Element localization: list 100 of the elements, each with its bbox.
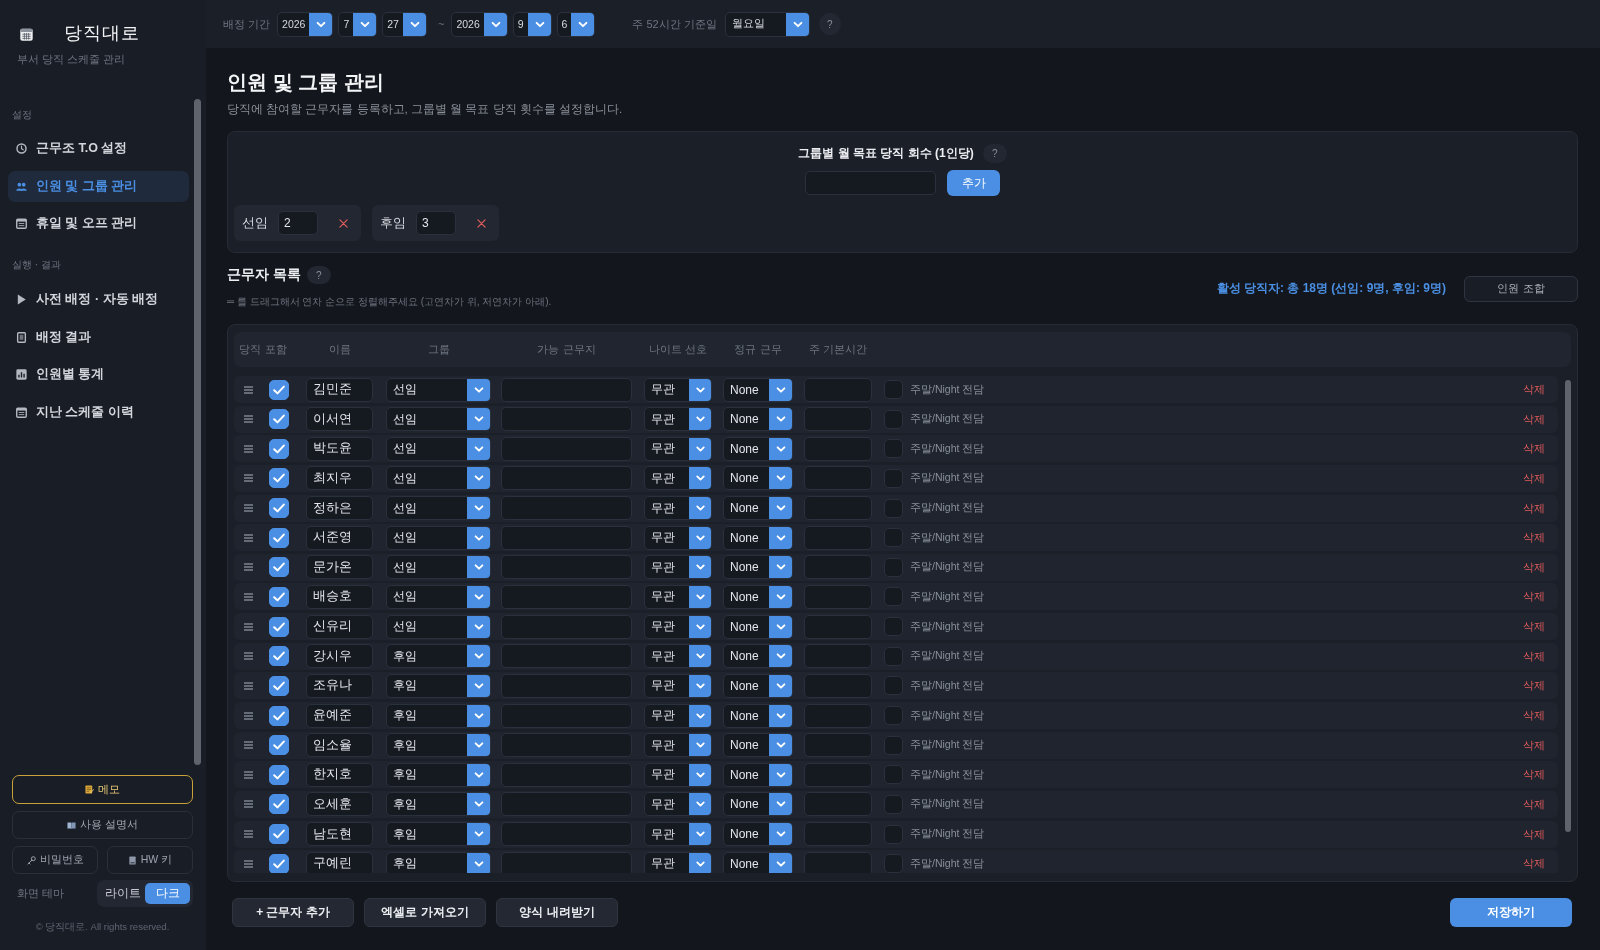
nav-item[interactable]: 휴일 및 오프 관리 — [8, 208, 189, 239]
name-field[interactable]: 서준영 — [306, 525, 373, 550]
weekend-night-checkbox[interactable] — [884, 409, 903, 429]
group-select[interactable]: 선임 — [386, 585, 491, 609]
weekly-hours-field[interactable] — [804, 377, 872, 402]
regular-work-select[interactable]: None — [723, 762, 793, 787]
add-worker-button[interactable]: + 근무자 추가 — [232, 898, 354, 927]
include-checkbox[interactable] — [269, 646, 289, 667]
manual-button[interactable]: 사용 설명서 — [12, 811, 193, 839]
weekend-night-checkbox[interactable] — [884, 528, 903, 548]
night-preference-select[interactable]: 무관 — [644, 733, 712, 758]
regular-work-select[interactable]: None — [723, 703, 793, 728]
delete-link[interactable]: 삭제 — [1523, 619, 1545, 635]
include-checkbox[interactable] — [269, 379, 289, 400]
name-field[interactable]: 정하은 — [306, 496, 373, 521]
delete-link[interactable]: 삭제 — [1523, 559, 1545, 575]
night-preference-select[interactable]: 무관 — [644, 466, 712, 491]
drag-handle-icon[interactable] — [244, 444, 253, 453]
night-preference-select[interactable]: 무관 — [644, 673, 712, 698]
name-field[interactable]: 문가온 — [306, 555, 373, 580]
night-preference-select[interactable]: 무관 — [644, 525, 712, 550]
combination-button[interactable]: 인원 조합 — [1464, 275, 1578, 302]
workplace-field[interactable] — [501, 407, 632, 432]
include-checkbox[interactable] — [269, 705, 289, 726]
night-preference-select[interactable]: 무관 — [644, 614, 712, 639]
workplace-field[interactable] — [501, 703, 632, 728]
name-field[interactable]: 박도윤 — [306, 436, 373, 461]
include-checkbox[interactable] — [269, 438, 289, 459]
drag-handle-icon[interactable] — [244, 830, 253, 839]
weekend-night-checkbox[interactable] — [884, 765, 903, 785]
include-checkbox[interactable] — [269, 735, 289, 756]
name-field[interactable]: 최지우 — [306, 466, 373, 491]
weekly-hours-field[interactable] — [804, 792, 872, 817]
group-select[interactable]: 후임 — [386, 822, 491, 847]
include-checkbox[interactable] — [269, 853, 289, 873]
night-preference-select[interactable]: 무관 — [644, 644, 712, 669]
weekly-hours-field[interactable] — [804, 555, 872, 580]
name-field[interactable]: 신유리 — [306, 614, 373, 639]
group-select[interactable]: 후임 — [386, 851, 491, 873]
weekly-hours-field[interactable] — [804, 407, 872, 432]
regular-work-select[interactable]: None — [723, 377, 793, 402]
delete-link[interactable]: 삭제 — [1523, 826, 1545, 842]
excel-import-button[interactable]: 엑셀로 가져오기 — [364, 898, 486, 927]
night-preference-select[interactable]: 무관 — [644, 377, 712, 402]
regular-work-select[interactable]: None — [723, 851, 793, 873]
regular-work-select[interactable]: None — [723, 525, 793, 550]
group-select[interactable]: 후임 — [386, 733, 491, 758]
name-field[interactable]: 남도현 — [306, 822, 373, 847]
memo-button[interactable]: 메모 — [12, 775, 193, 804]
night-preference-select[interactable]: 무관 — [644, 585, 712, 609]
workplace-field[interactable] — [501, 644, 632, 669]
month-select[interactable]: 9 — [512, 11, 552, 37]
include-checkbox[interactable] — [269, 587, 289, 607]
drag-handle-icon[interactable] — [244, 415, 253, 424]
delete-link[interactable]: 삭제 — [1523, 708, 1545, 724]
group-select[interactable]: 선임 — [386, 466, 491, 491]
weekend-night-checkbox[interactable] — [884, 617, 903, 637]
delete-link[interactable]: 삭제 — [1523, 500, 1545, 516]
name-field[interactable]: 이서연 — [306, 407, 373, 432]
night-preference-select[interactable]: 무관 — [644, 703, 712, 728]
weekend-night-checkbox[interactable] — [884, 824, 903, 844]
workplace-field[interactable] — [501, 466, 632, 491]
include-checkbox[interactable] — [269, 616, 289, 637]
group-select[interactable]: 선임 — [386, 436, 491, 461]
weekly-hours-field[interactable] — [804, 703, 872, 728]
workplace-field[interactable] — [501, 614, 632, 639]
help-button[interactable]: ? — [982, 143, 1007, 163]
regular-work-select[interactable]: None — [723, 496, 793, 521]
regular-work-select[interactable]: None — [723, 673, 793, 698]
group-select[interactable]: 후임 — [386, 762, 491, 787]
group-select[interactable]: 선임 — [386, 496, 491, 521]
nav-item[interactable]: 사전 배정 · 자동 배정 — [8, 284, 189, 315]
workplace-field[interactable] — [501, 555, 632, 580]
night-preference-select[interactable]: 무관 — [644, 792, 712, 817]
name-field[interactable]: 조유나 — [306, 673, 373, 698]
group-select[interactable]: 선임 — [386, 377, 491, 402]
include-checkbox[interactable] — [269, 794, 289, 815]
group-select[interactable]: 후임 — [386, 703, 491, 728]
night-preference-select[interactable]: 무관 — [644, 496, 712, 521]
drag-handle-icon[interactable] — [244, 859, 253, 868]
remove-button[interactable] — [339, 218, 348, 228]
weekend-night-checkbox[interactable] — [884, 676, 903, 696]
delete-link[interactable]: 삭제 — [1523, 796, 1545, 812]
drag-handle-icon[interactable] — [244, 711, 253, 720]
weekly-hours-field[interactable] — [804, 762, 872, 787]
weekend-night-checkbox[interactable] — [884, 439, 903, 459]
regular-work-select[interactable]: None — [723, 407, 793, 432]
weekly-hours-field[interactable] — [804, 496, 872, 521]
group-select[interactable]: 선임 — [386, 407, 491, 432]
night-preference-select[interactable]: 무관 — [644, 555, 712, 580]
workplace-field[interactable] — [501, 733, 632, 758]
delete-link[interactable]: 삭제 — [1523, 648, 1545, 664]
delete-link[interactable]: 삭제 — [1523, 382, 1545, 397]
regular-work-select[interactable]: None — [723, 822, 793, 847]
delete-link[interactable]: 삭제 — [1523, 589, 1545, 605]
day-select[interactable]: 6 — [556, 11, 596, 37]
regular-work-select[interactable]: None — [723, 585, 793, 609]
delete-link[interactable]: 삭제 — [1523, 856, 1545, 872]
target-count-field[interactable]: 2 — [278, 211, 318, 235]
weekly-hours-field[interactable] — [804, 585, 872, 609]
